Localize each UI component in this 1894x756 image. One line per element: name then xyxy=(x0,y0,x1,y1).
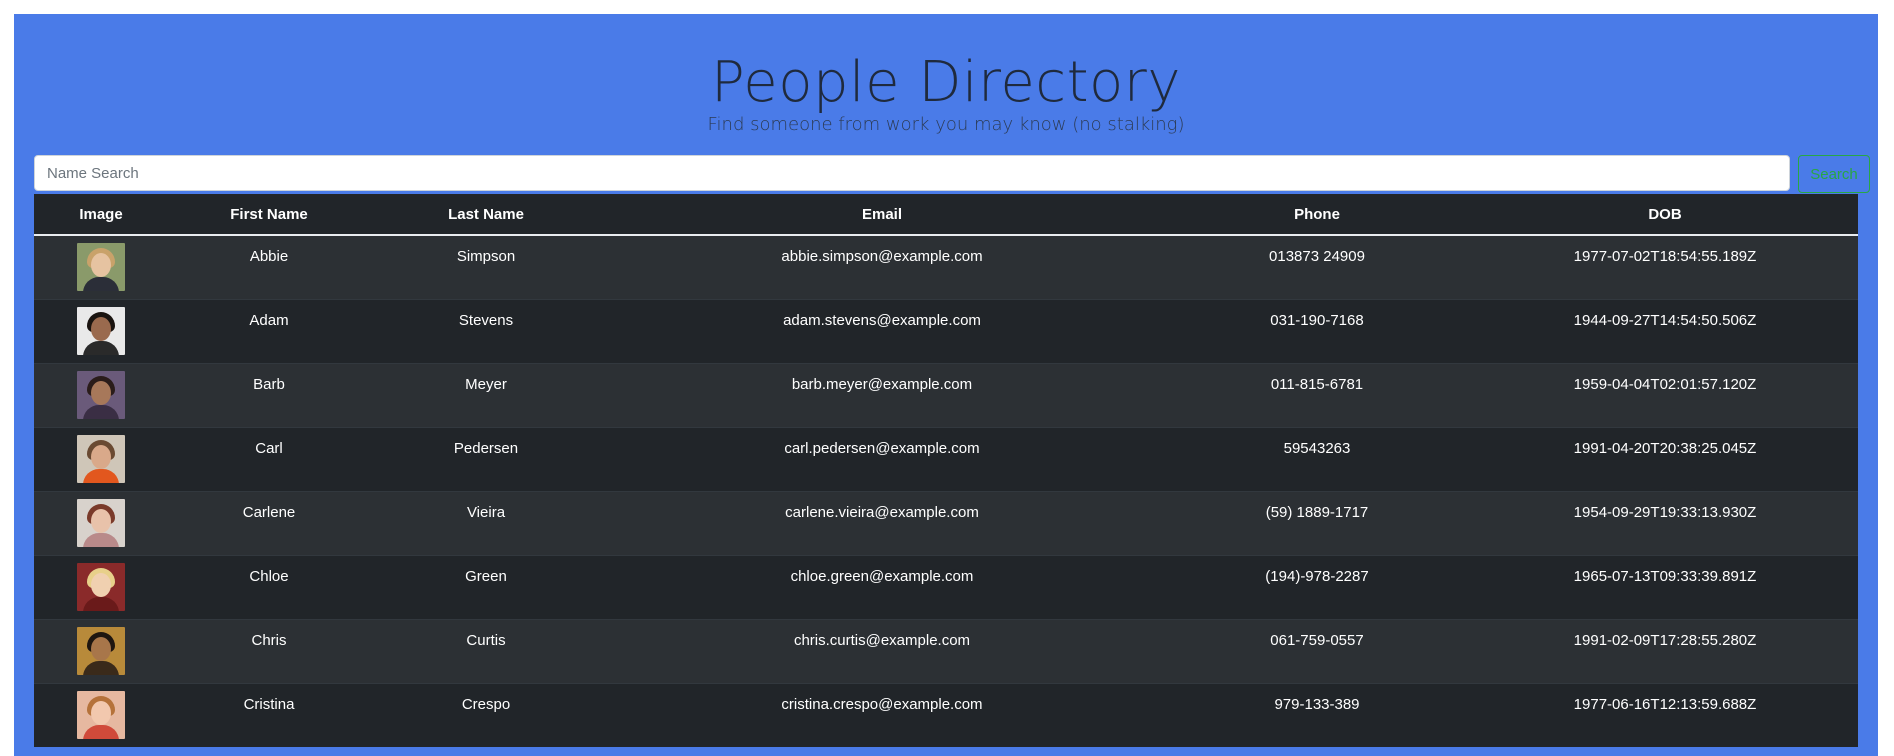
first-name-cell: Cristina xyxy=(168,682,370,747)
image-cell xyxy=(34,362,168,427)
avatar xyxy=(77,690,125,739)
last-name-cell: Simpson xyxy=(370,234,602,299)
first-name-cell: Carlene xyxy=(168,490,370,555)
table-row: Carlene Vieira carlene.vieira@example.com(… xyxy=(34,490,1858,555)
avatar xyxy=(77,498,125,547)
avatar xyxy=(77,243,125,291)
avatar xyxy=(77,562,125,611)
first-name-cell: Carl xyxy=(168,426,370,491)
email-cell: chloe.green@example.com xyxy=(602,554,1162,619)
phone-cell: (194)-978-2287 xyxy=(1162,554,1472,619)
first-name-cell: Adam xyxy=(168,298,370,363)
last-name-cell: Vieira xyxy=(370,490,602,555)
search-button[interactable]: Search xyxy=(1798,155,1870,193)
first-name-cell: Chloe xyxy=(168,554,370,619)
column-header-first-name[interactable]: First Name xyxy=(168,194,370,236)
avatar-face xyxy=(91,700,111,725)
avatar-body xyxy=(83,404,119,419)
phone-cell: 061-759-0557 xyxy=(1162,618,1472,683)
avatar-body xyxy=(83,724,119,739)
table-row: Chloe Green chloe.green@example.com (194)-9… xyxy=(34,554,1858,619)
dob-cell: 1977-06-16T12:13:59.688Z xyxy=(1472,682,1858,747)
email-cell: cristina.crespo@example.com xyxy=(602,682,1162,747)
dob-cell: 1959-04-04T02:01:57.120Z xyxy=(1472,362,1858,427)
page-container: People Directory Find someone from work … xyxy=(14,14,1878,756)
first-name-cell: Chris xyxy=(168,618,370,683)
avatar-face xyxy=(91,636,111,661)
avatar-face xyxy=(91,444,111,469)
email-cell: abbie.simpson@example.com xyxy=(602,234,1162,299)
table-row: Adam Stevens adam.stevens@example.com 031-1… xyxy=(34,298,1858,363)
avatar-body xyxy=(83,468,119,483)
column-header-dob[interactable]: DOB xyxy=(1472,194,1858,236)
dob-cell: 1991-02-09T17:28:55.280Z xyxy=(1472,618,1858,683)
avatar-face xyxy=(91,253,111,277)
table-row: Barb Meyer barb.meyer@example.com 011-815-6… xyxy=(34,362,1858,427)
email-cell: adam.stevens@example.com xyxy=(602,298,1162,363)
avatar-body xyxy=(83,596,119,611)
table-row: Cristina Crespo cristina.crespo@example.co… xyxy=(34,682,1858,747)
avatar-body xyxy=(83,660,119,675)
avatar-face xyxy=(91,572,111,597)
dob-cell: 1944-09-27T14:54:50.506Z xyxy=(1472,298,1858,363)
avatar-body xyxy=(83,532,119,547)
email-cell: barb.meyer@example.com xyxy=(602,362,1162,427)
last-name-cell: Meyer xyxy=(370,362,602,427)
avatar xyxy=(77,626,125,675)
people-table: Image First Name Last Name Email Phone D… xyxy=(34,194,1858,747)
table-row: Abbie Simpson abbie.simpson@example.com 013… xyxy=(34,234,1858,299)
image-cell xyxy=(34,682,168,747)
first-name-cell: Abbie xyxy=(168,234,370,299)
phone-cell: 979-133-389 xyxy=(1162,682,1472,747)
dob-cell: 1954-09-29T19:33:13.930Z xyxy=(1472,490,1858,555)
image-cell xyxy=(34,554,168,619)
avatar-face xyxy=(91,380,111,405)
phone-cell: (59) 1889-1717 xyxy=(1162,490,1472,555)
email-cell: carlene.vieira@example.com xyxy=(602,490,1162,555)
email-cell: chris.curtis@example.com xyxy=(602,618,1162,683)
last-name-cell: Pedersen xyxy=(370,426,602,491)
email-cell: carl.pedersen@example.com xyxy=(602,426,1162,491)
avatar xyxy=(77,306,125,355)
dob-cell: 1977-07-02T18:54:55.189Z xyxy=(1472,234,1858,299)
first-name-cell: Barb xyxy=(168,362,370,427)
column-header-email[interactable]: Email xyxy=(602,194,1162,236)
last-name-cell: Curtis xyxy=(370,618,602,683)
phone-cell: 59543263 xyxy=(1162,426,1472,491)
page-subtitle: Find someone from work you may know (no … xyxy=(707,114,1185,135)
phone-cell: 031-190-7168 xyxy=(1162,298,1472,363)
column-header-image[interactable]: Image xyxy=(34,194,168,236)
avatar-face xyxy=(91,316,111,341)
dob-cell: 1991-04-20T20:38:25.045Z xyxy=(1472,426,1858,491)
avatar xyxy=(77,370,125,419)
last-name-cell: Stevens xyxy=(370,298,602,363)
avatar-body xyxy=(83,277,119,291)
dob-cell: 1965-07-13T09:33:39.891Z xyxy=(1472,554,1858,619)
table-row: Carl Pedersen carl.pedersen@example.com 595… xyxy=(34,426,1858,491)
search-bar: Search xyxy=(34,155,1870,193)
page-title: People Directory xyxy=(711,50,1181,115)
image-cell xyxy=(34,298,168,363)
image-cell xyxy=(34,234,168,299)
avatar-body xyxy=(83,340,119,355)
last-name-cell: Crespo xyxy=(370,682,602,747)
table-row: Chris Curtis chris.curtis@example.com 061-7… xyxy=(34,618,1858,683)
phone-cell: 011-815-6781 xyxy=(1162,362,1472,427)
column-header-phone[interactable]: Phone xyxy=(1162,194,1472,236)
column-header-last-name[interactable]: Last Name xyxy=(370,194,602,236)
last-name-cell: Green xyxy=(370,554,602,619)
image-cell xyxy=(34,426,168,491)
table-header-row: Image First Name Last Name Email Phone D… xyxy=(34,194,1858,236)
phone-cell: 013873 24909 xyxy=(1162,234,1472,299)
avatar-face xyxy=(91,508,111,533)
image-cell xyxy=(34,490,168,555)
name-search-input[interactable] xyxy=(34,155,1790,191)
image-cell xyxy=(34,618,168,683)
avatar xyxy=(77,434,125,483)
